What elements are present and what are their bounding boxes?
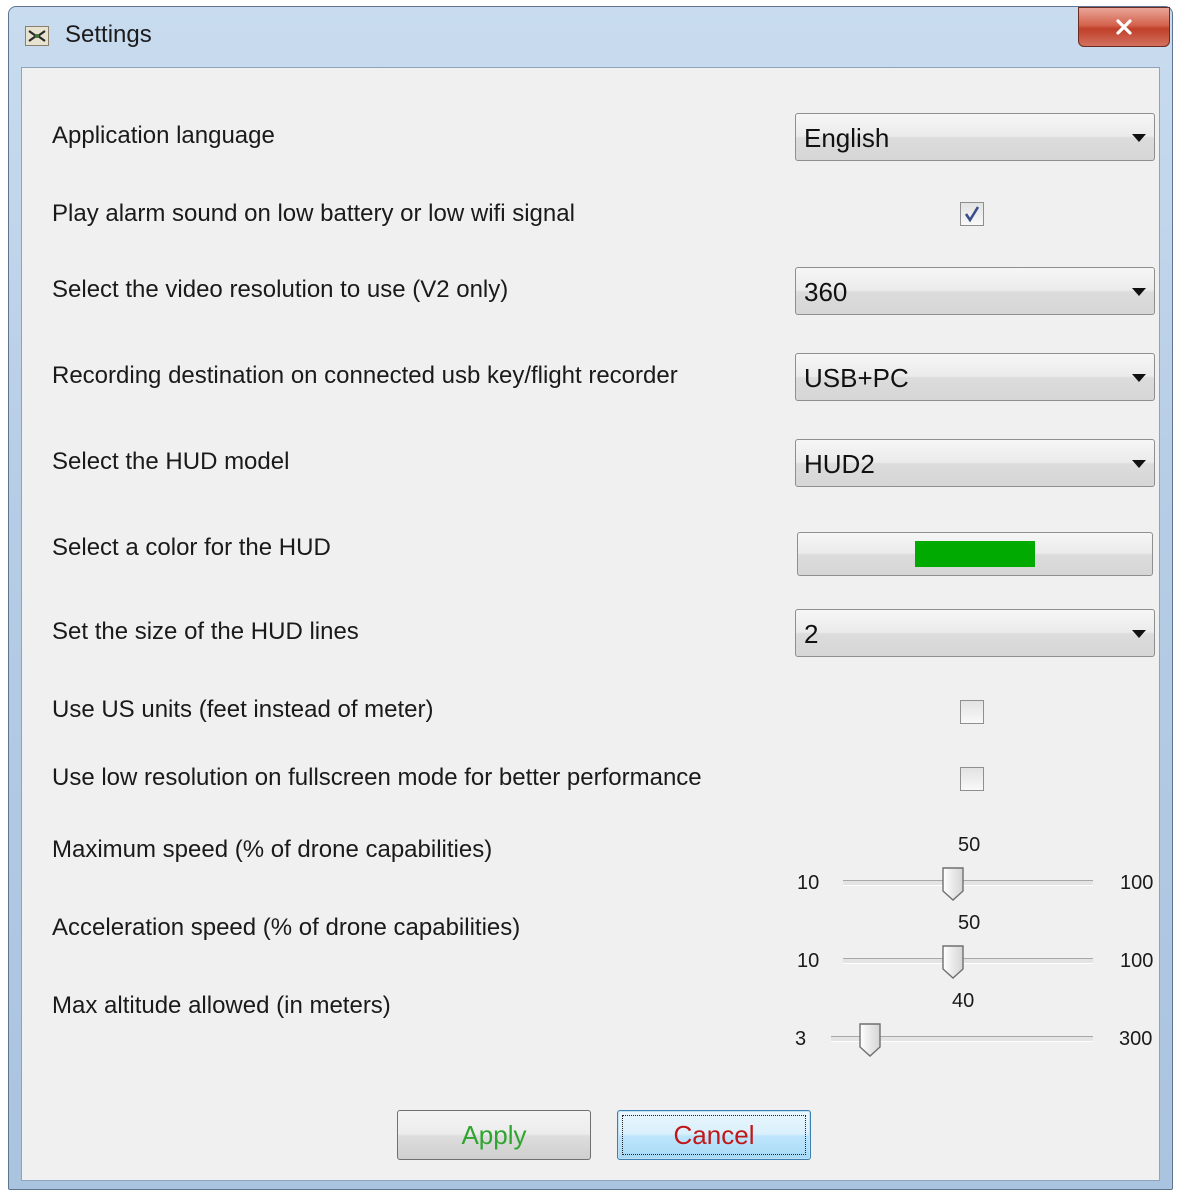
focus-ring [622, 1115, 806, 1155]
app-drone-icon [25, 26, 49, 46]
low-res-fullscreen-label: Use low resolution on fullscreen mode fo… [52, 764, 702, 791]
us-units-label: Use US units (feet instead of meter) [52, 696, 434, 723]
recording-destination-value: USB+PC [804, 363, 909, 393]
language-value: English [804, 123, 890, 153]
acceleration-min: 10 [797, 950, 820, 972]
language-select[interactable]: English [795, 113, 1155, 161]
hud-line-size-label: Set the size of the HUD lines [52, 618, 359, 645]
max-speed-value: 50 [958, 834, 981, 856]
acceleration-max: 100 [1120, 950, 1154, 972]
window-title: Settings [65, 21, 152, 48]
max-speed-min: 10 [797, 872, 820, 894]
close-button[interactable] [1078, 7, 1170, 47]
hud-color-label: Select a color for the HUD [52, 534, 331, 561]
title-bar[interactable]: Settings [9, 7, 1172, 65]
apply-button[interactable]: Apply [397, 1110, 591, 1160]
close-icon [1116, 19, 1132, 35]
max-speed-slider[interactable] [843, 880, 1093, 886]
acceleration-label: Acceleration speed (% of drone capabilit… [52, 914, 521, 941]
hud-color-swatch [915, 541, 1035, 567]
us-units-checkbox[interactable] [960, 700, 984, 724]
recording-destination-label: Recording destination on connected usb k… [52, 362, 678, 389]
chevron-down-icon [1132, 460, 1146, 468]
hud-model-select[interactable]: HUD2 [795, 439, 1155, 487]
apply-button-label: Apply [461, 1119, 527, 1150]
settings-window: Settings Application language English Pl… [8, 6, 1173, 1190]
chevron-down-icon [1132, 630, 1146, 638]
chevron-down-icon [1132, 374, 1146, 382]
language-label: Application language [52, 122, 275, 149]
max-altitude-slider-thumb[interactable] [859, 1023, 881, 1057]
alarm-checkbox[interactable] [960, 202, 984, 226]
video-resolution-value: 360 [804, 277, 848, 307]
checkmark-icon [964, 206, 980, 223]
hud-model-value: HUD2 [804, 449, 875, 479]
alarm-label: Play alarm sound on low battery or low w… [52, 200, 575, 227]
video-resolution-select[interactable]: 360 [795, 267, 1155, 315]
max-altitude-max: 300 [1119, 1028, 1153, 1050]
max-speed-max: 100 [1120, 872, 1154, 894]
max-altitude-label: Max altitude allowed (in meters) [52, 992, 391, 1019]
hud-line-size-select[interactable]: 2 [795, 609, 1155, 657]
max-altitude-min: 3 [795, 1028, 807, 1050]
hud-line-size-value: 2 [804, 619, 819, 649]
max-speed-label: Maximum speed (% of drone capabilities) [52, 836, 493, 863]
acceleration-value: 50 [958, 912, 981, 934]
max-speed-slider-thumb[interactable] [942, 867, 964, 901]
acceleration-slider-thumb[interactable] [942, 945, 964, 979]
settings-panel: Application language English Play alarm … [21, 67, 1160, 1181]
chevron-down-icon [1132, 134, 1146, 142]
recording-destination-select[interactable]: USB+PC [795, 353, 1155, 401]
low-res-fullscreen-checkbox[interactable] [960, 767, 984, 791]
video-resolution-label: Select the video resolution to use (V2 o… [52, 276, 509, 303]
hud-color-button[interactable] [797, 532, 1153, 576]
acceleration-slider[interactable] [843, 958, 1093, 964]
max-altitude-value: 40 [952, 990, 975, 1012]
chevron-down-icon [1132, 288, 1146, 296]
hud-model-label: Select the HUD model [52, 448, 290, 475]
cancel-button[interactable]: Cancel [617, 1110, 811, 1160]
